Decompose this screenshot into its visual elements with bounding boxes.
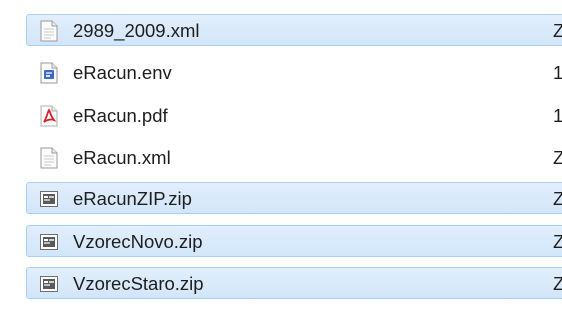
file-row-vzorecstaro-zip[interactable]: VzorecStaro.zip Z [26, 267, 562, 299]
file-row-vzoreconovo-zip[interactable]: VzorecNovo.zip Z [26, 225, 562, 257]
file-name: 2989_2009.xml [73, 20, 200, 41]
zip-archive-icon [40, 276, 58, 292]
text-document-icon [40, 147, 58, 169]
zip-archive-icon [40, 234, 58, 250]
file-second-column: 1 [553, 62, 562, 83]
file-name: VzorecNovo.zip [73, 231, 203, 252]
file-row-eracun-pdf[interactable]: eRacun.pdf 1 [26, 99, 562, 131]
zip-archive-icon [40, 191, 58, 207]
file-second-column: Z [553, 147, 562, 168]
file-name: eRacun.xml [73, 147, 171, 168]
file-name: eRacun.env [73, 62, 172, 83]
file-row-2989-2009-xml[interactable]: 2989_2009.xml Z [26, 14, 562, 46]
file-name: eRacun.pdf [73, 105, 168, 126]
file-second-column: Z [553, 20, 562, 41]
file-second-column: Z [553, 188, 562, 209]
file-name: VzorecStaro.zip [73, 273, 204, 294]
file-list: 2989_2009.xml Z eRacun.env 1 eRacun.pdf … [0, 0, 562, 314]
file-row-eracun-env[interactable]: eRacun.env 1 [26, 56, 562, 88]
text-document-icon [40, 20, 58, 42]
file-row-eracunzip-zip[interactable]: eRacunZIP.zip Z [26, 182, 562, 214]
pdf-icon [40, 105, 58, 127]
file-second-column: Z [553, 273, 562, 294]
file-second-column: Z [553, 231, 562, 252]
file-second-column: 1 [553, 105, 562, 126]
env-file-icon [40, 62, 58, 84]
file-row-eracun-xml[interactable]: eRacun.xml Z [26, 141, 562, 173]
file-name: eRacunZIP.zip [73, 188, 192, 209]
